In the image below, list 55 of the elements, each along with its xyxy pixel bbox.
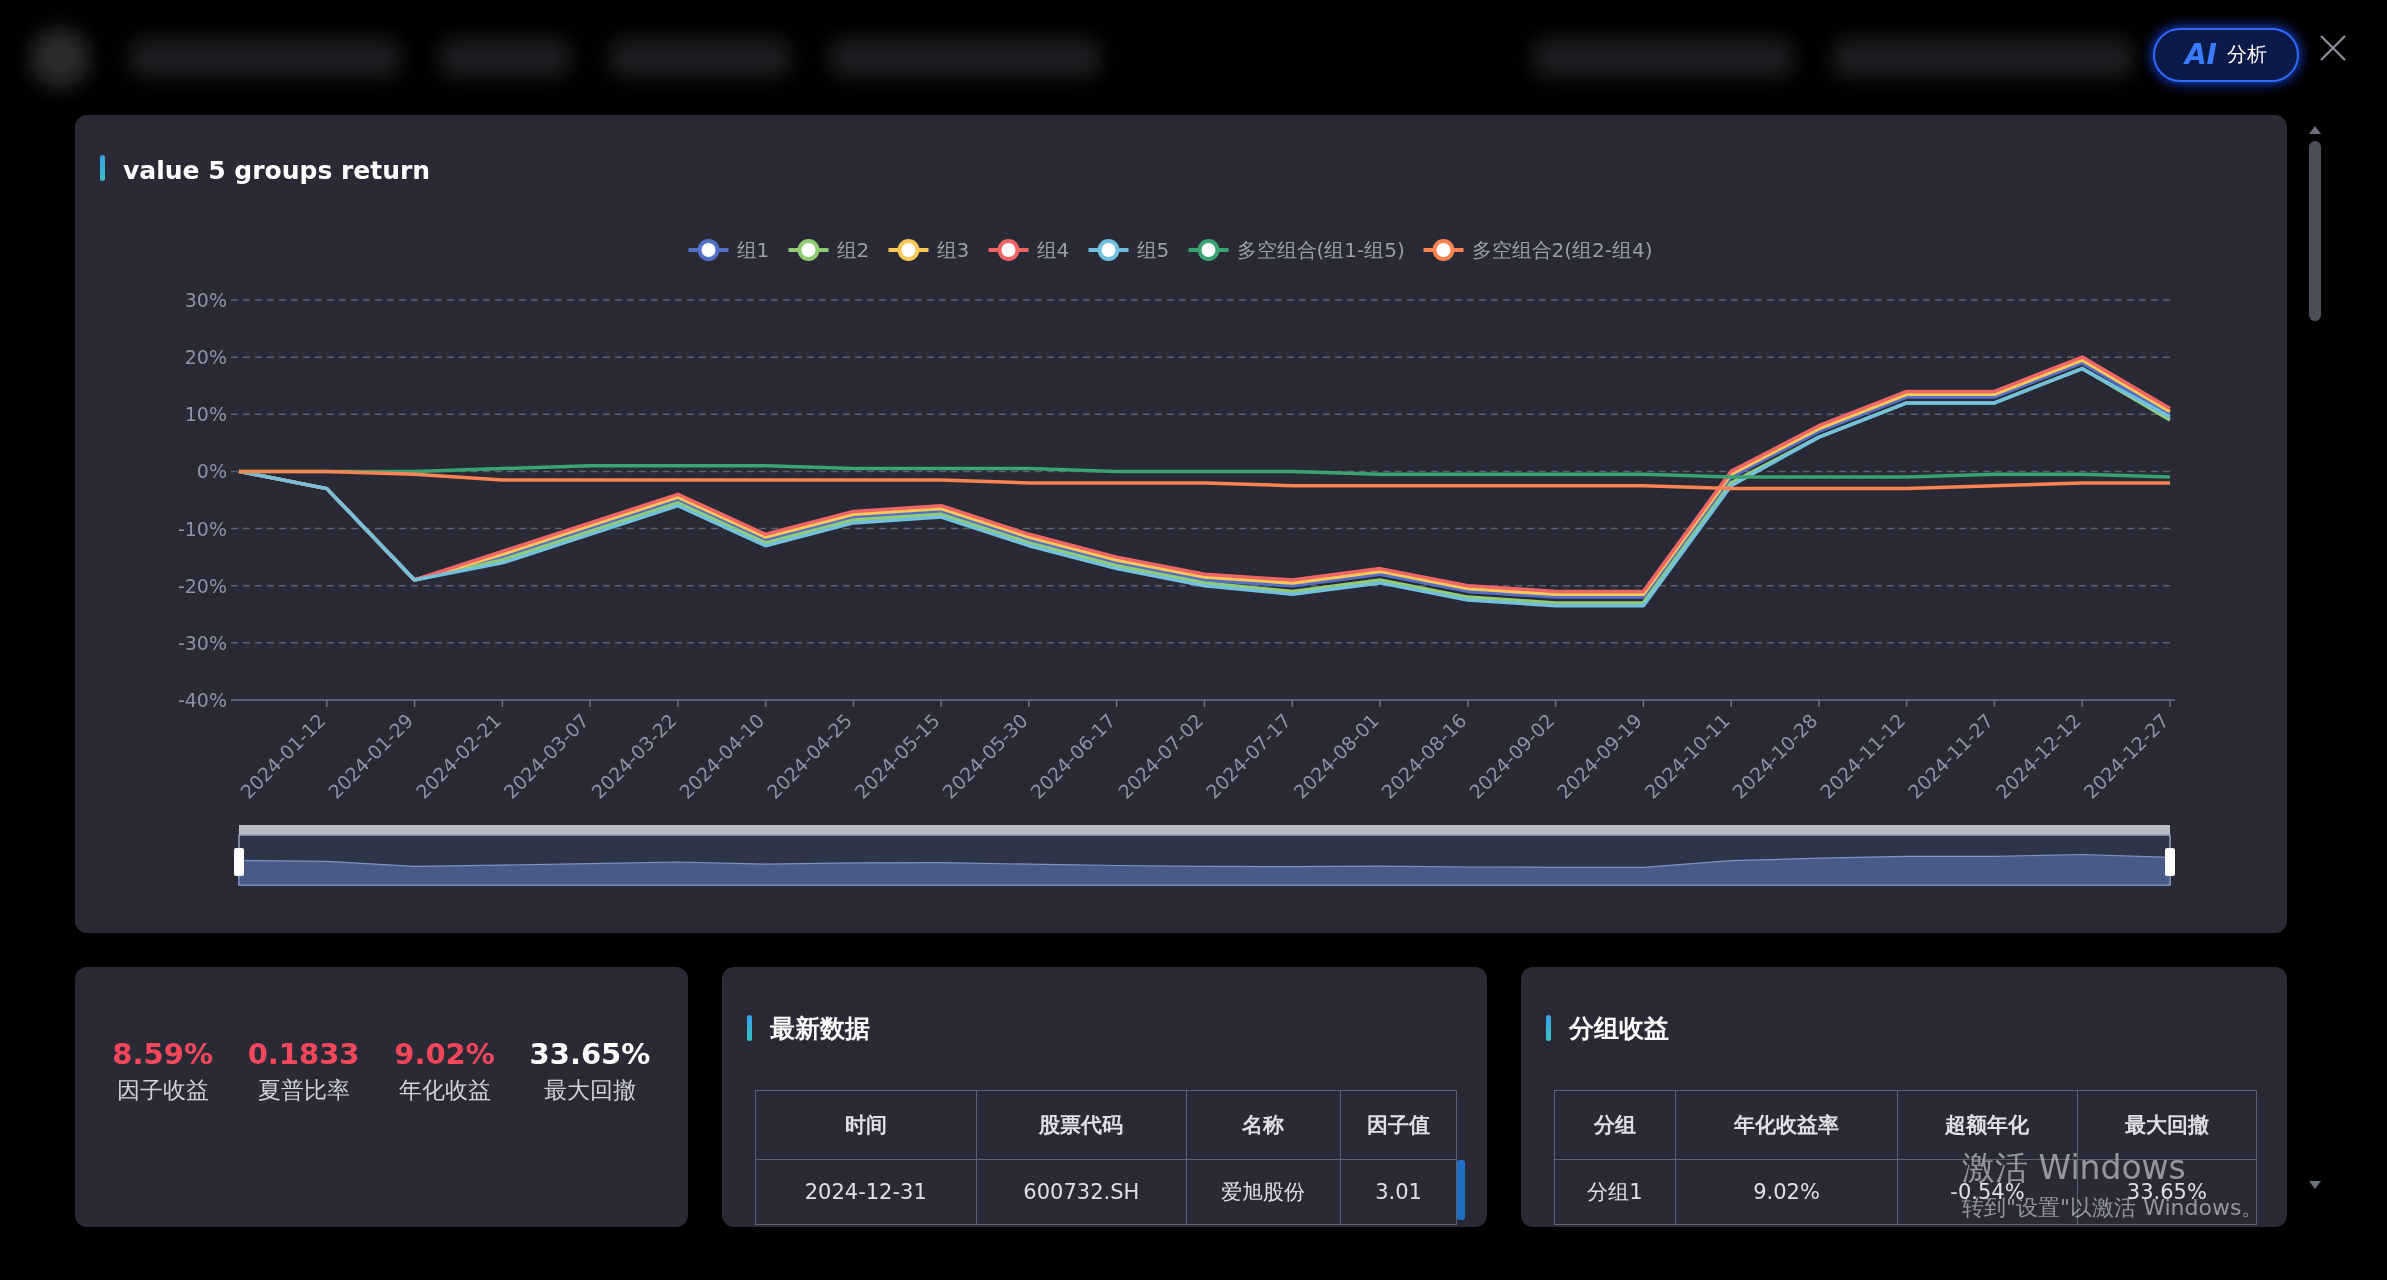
panel-title: value 5 groups return xyxy=(123,156,431,185)
axis-label: -40% xyxy=(177,689,227,711)
table-cell: 600732.SH xyxy=(976,1159,1187,1225)
close-icon[interactable] xyxy=(2319,33,2347,62)
axis-label: -20% xyxy=(177,574,227,597)
table-cell: 分组1 xyxy=(1554,1159,1676,1225)
table-cell: 2024-12-31 xyxy=(755,1159,977,1225)
scroll-up-icon[interactable] xyxy=(2308,125,2322,135)
axis-label: 20% xyxy=(184,346,227,369)
ai-analysis-button[interactable]: AI 分析 xyxy=(2152,27,2299,82)
scrollbar-thumb[interactable] xyxy=(2309,141,2321,321)
legend-item[interactable]: 多空组合2(组2-组4) xyxy=(1423,238,1653,262)
legend-item[interactable]: 组3 xyxy=(888,238,970,262)
legend-label: 组2 xyxy=(836,238,870,262)
legend-label: 多空组合2(组2-组4) xyxy=(1471,238,1653,262)
legend-label: 组3 xyxy=(936,238,970,262)
axis-label: 0% xyxy=(196,460,227,483)
legend-item[interactable]: 组1 xyxy=(688,238,770,262)
column-header: 股票代码 xyxy=(976,1090,1187,1160)
axis-label: 10% xyxy=(184,403,227,426)
title-marker-icon xyxy=(100,155,105,181)
stat-label: 最大回撤 xyxy=(543,1076,636,1105)
legend-label: 组4 xyxy=(1036,238,1070,262)
stat-value: 33.65% xyxy=(529,1037,651,1071)
legend-item[interactable]: 组4 xyxy=(988,238,1070,262)
legend-item[interactable]: 组5 xyxy=(1088,238,1170,262)
axis-label: 30% xyxy=(184,289,227,311)
stat-value: 0.1833 xyxy=(247,1037,360,1071)
panel-title: 最新数据 xyxy=(769,1013,870,1045)
column-header: 名称 xyxy=(1186,1090,1341,1160)
panel-title: 分组收益 xyxy=(1569,1013,1670,1045)
column-header: 分组 xyxy=(1554,1090,1676,1160)
legend-item[interactable]: 多空组合(组1-组5) xyxy=(1188,238,1405,262)
legend-label: 组5 xyxy=(1136,238,1170,262)
scrollbar-thumb[interactable] xyxy=(1457,1160,1466,1220)
legend-label: 组1 xyxy=(736,238,770,262)
title-marker-icon xyxy=(1546,1015,1552,1041)
scroll-down-icon[interactable] xyxy=(2308,1180,2322,1190)
column-header: 因子值 xyxy=(1340,1090,1457,1160)
stat-value: 9.02% xyxy=(394,1037,495,1071)
legend-label: 多空组合(组1-组5) xyxy=(1236,238,1405,262)
table-cell: 3.01 xyxy=(1340,1159,1457,1225)
stat-label: 因子收益 xyxy=(116,1076,209,1105)
column-header: 时间 xyxy=(755,1090,977,1160)
column-header: 年化收益率 xyxy=(1675,1090,1898,1160)
stat-label: 年化收益 xyxy=(398,1076,491,1105)
axis-label: -30% xyxy=(177,631,227,654)
range-slider[interactable] xyxy=(234,825,2175,886)
table-cell: 爱旭股份 xyxy=(1186,1159,1341,1225)
legend-item[interactable]: 组2 xyxy=(788,238,870,262)
table-cell: 9.02% xyxy=(1675,1159,1898,1225)
axis-label: -10% xyxy=(177,517,227,540)
title-marker-icon xyxy=(746,1015,752,1041)
stat-label: 夏普比率 xyxy=(257,1076,350,1105)
stat-value: 8.59% xyxy=(112,1037,213,1071)
